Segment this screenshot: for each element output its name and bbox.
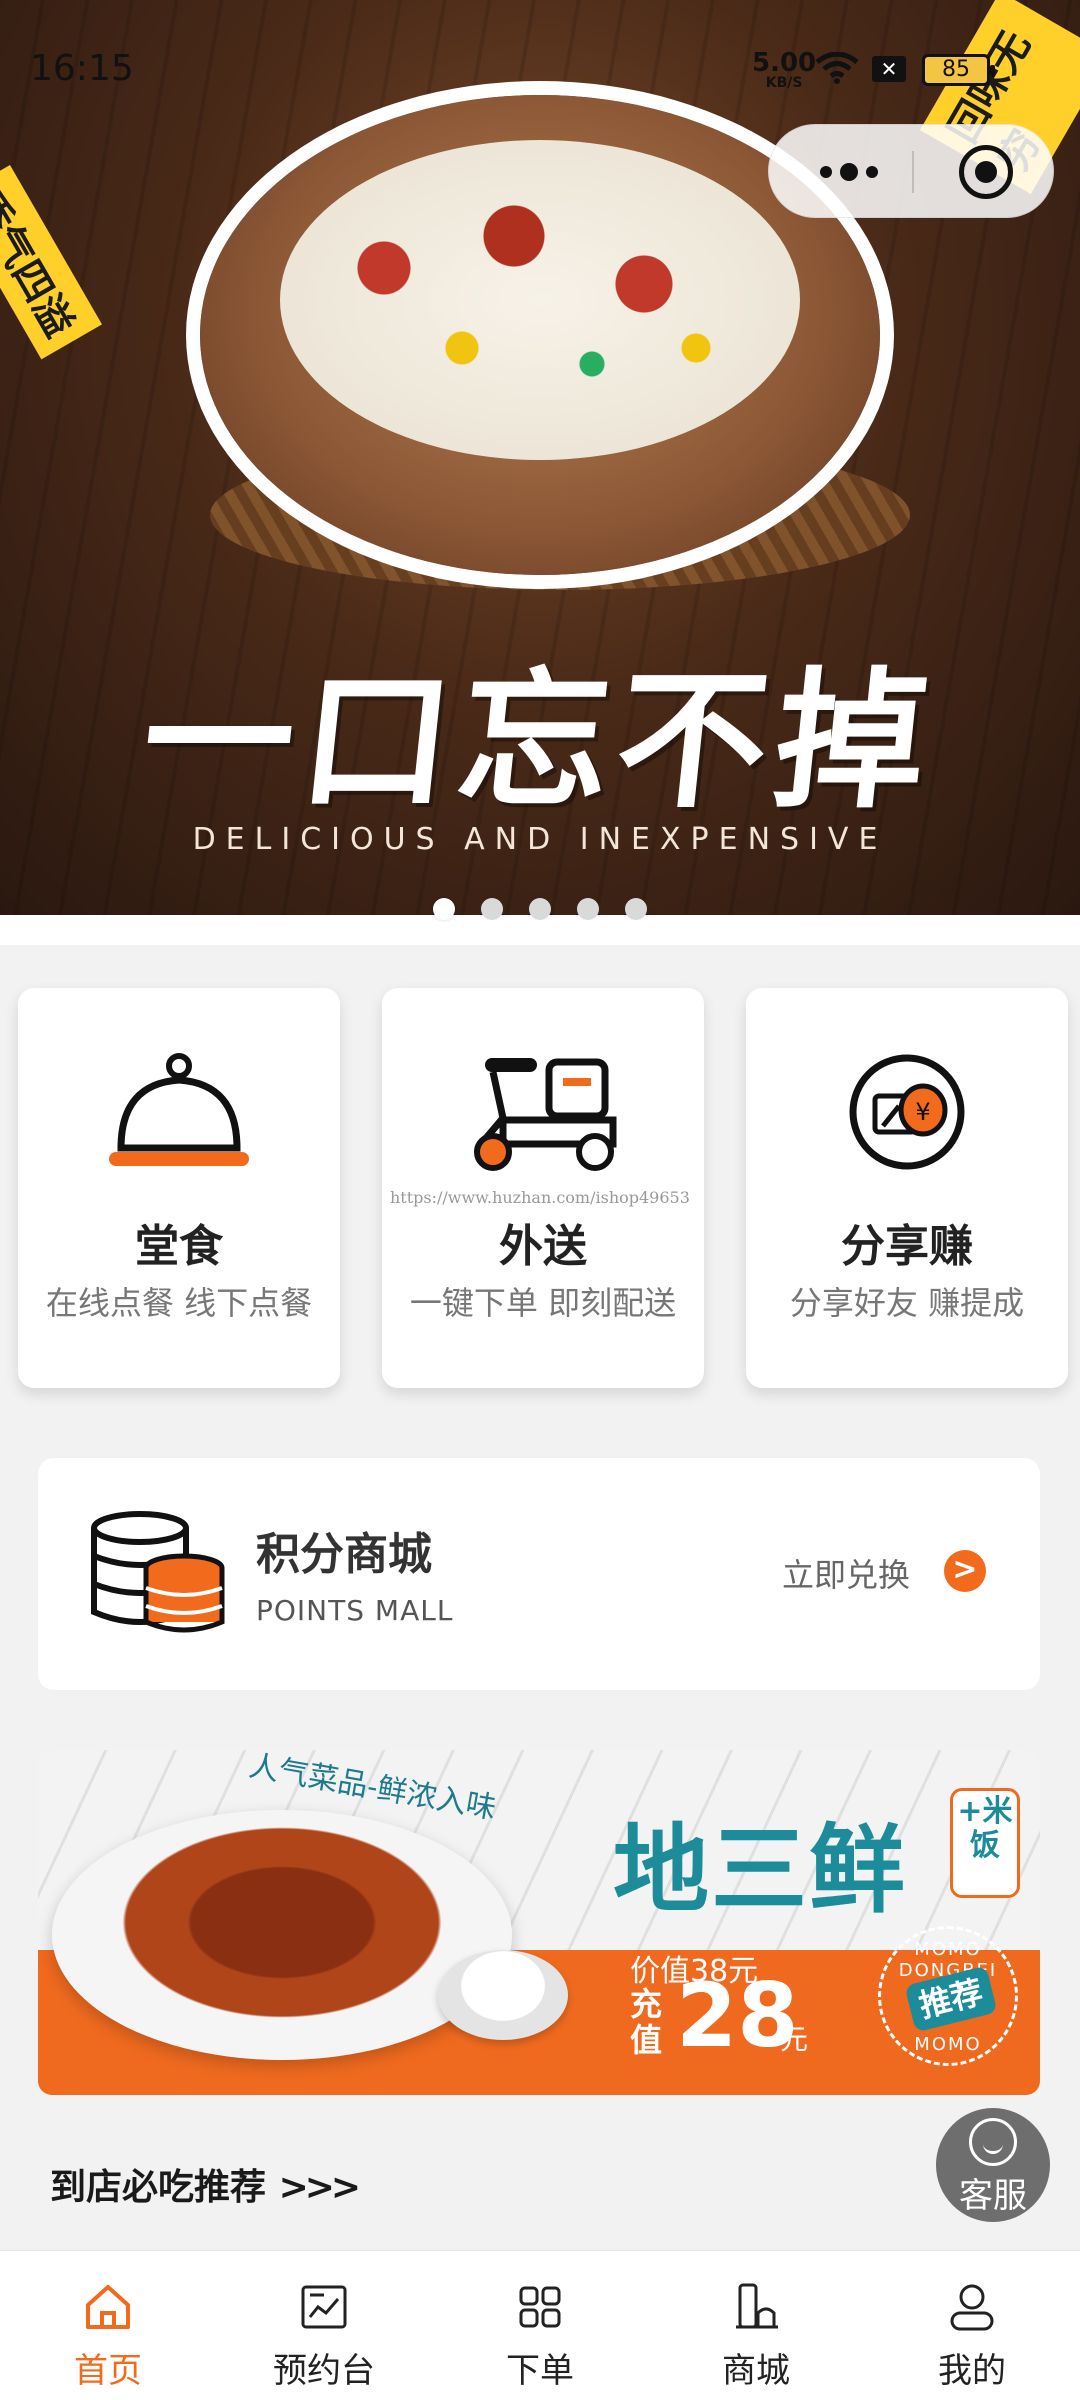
tab-home-label: 首页 (74, 2351, 142, 2391)
hero-tagline: DELICIOUS AND INEXPENSIVE (192, 822, 888, 857)
mini-program-page: 香气四溢 回味无穷 一口忘不掉 DELICIOUS AND INEXPENSIV… (0, 0, 1080, 2400)
home-icon (86, 2285, 130, 2329)
carousel-dot[interactable] (433, 898, 455, 920)
customer-service-button[interactable]: 客服 (936, 2108, 1050, 2222)
dine-in-subtitle: 在线点餐 线下点餐 (45, 1284, 313, 1322)
shop-icon (736, 2283, 778, 2329)
points-mall-title: 积分商城 (256, 1529, 432, 1580)
tab-reservation[interactable]: 预约台 (216, 2251, 432, 2400)
status-time: 16:15 (30, 48, 134, 89)
dine-in-card[interactable]: 堂食 在线点餐 线下点餐 (18, 988, 340, 1388)
miniprogram-capsule (768, 124, 1054, 218)
chevron-right-icon[interactable]: > (944, 1550, 986, 1592)
carousel-dot[interactable] (625, 898, 647, 920)
dish-plate-image (52, 1810, 512, 2060)
share-earn-card[interactable]: ¥ 分享赚 分享好友 赚提成 (746, 988, 1068, 1388)
user-icon (950, 2284, 994, 2331)
tab-shop[interactable]: 商城 (648, 2251, 864, 2400)
rice-bowl-image (438, 1950, 568, 2040)
carousel-dot[interactable] (577, 898, 599, 920)
scooter-icon (474, 1058, 617, 1171)
network-speed-value: 5.00 (752, 48, 817, 78)
section-title-text: 到店必吃推荐 (50, 2167, 267, 2208)
watermark-url: https://www.huzhan.com/ishop49653 (390, 1188, 690, 1207)
must-eat-section-title[interactable]: 到店必吃推荐 >>> (50, 2158, 361, 2210)
sausage-rice-image (280, 140, 800, 460)
promo-addon: +米饭 (950, 1788, 1020, 1898)
wifi-icon (815, 52, 859, 84)
promo-banner[interactable]: 人气菜品-鲜浓入味 地三鲜 +米饭 价值38元 充值 28 元 MOMO DON… (38, 1750, 1040, 2095)
promo-recharge-label: 充值 (630, 1985, 663, 2059)
tab-mine-label: 我的 (938, 2351, 1006, 2391)
tab-mine[interactable]: 我的 (864, 2251, 1080, 2400)
carousel-dots (0, 898, 1080, 928)
carousel-dot[interactable] (529, 898, 551, 920)
status-bar: 16:15 5.00 KB/S ✕ 85 (0, 0, 1080, 120)
tab-home[interactable]: 首页 (0, 2251, 216, 2400)
share-earn-subtitle: 分享好友 赚提成 (789, 1284, 1025, 1322)
tab-reservation-label: 预约台 (273, 2351, 375, 2391)
carousel-dot[interactable] (481, 898, 503, 920)
no-sim-icon: ✕ (872, 56, 906, 82)
battery-icon: 85 (922, 54, 995, 86)
promo-dish-name: 地三鲜 (613, 1814, 907, 1926)
points-mall-card[interactable]: 积分商城 POINTS MALL 立即兑换 > (38, 1458, 1040, 1690)
customer-service-label: 客服 (959, 2176, 1027, 2216)
grid-icon (519, 2286, 561, 2328)
dine-in-title: 堂食 (135, 1221, 223, 1272)
svg-text:¥: ¥ (915, 1098, 930, 1126)
headset-icon (969, 2118, 1017, 2166)
share-money-icon: ¥ (849, 1054, 965, 1170)
redeem-now-link[interactable]: 立即兑换 (782, 1550, 910, 1596)
cloche-icon (109, 1053, 249, 1166)
stamp-bottom-text: MOMO (914, 2034, 982, 2055)
section-title-arrows: >>> (278, 2167, 361, 2208)
more-menu-icon[interactable] (809, 145, 889, 199)
network-speed: 5.00 KB/S (752, 50, 816, 90)
close-miniprogram-icon[interactable] (959, 145, 1013, 199)
share-earn-title: 分享赚 (841, 1221, 973, 1272)
reservation-icon (301, 2285, 347, 2329)
network-speed-unit: KB/S (765, 75, 803, 91)
promo-price-unit: 元 (780, 2023, 809, 2056)
capsule-divider (912, 151, 914, 193)
delivery-title: 外送 (499, 1221, 587, 1272)
bottom-tab-bar: 首页 预约台 下单 商城 我的 (0, 2250, 1080, 2400)
hero-slogan: 一口忘不掉 (134, 653, 943, 829)
tab-order[interactable]: 下单 (432, 2251, 648, 2400)
recommend-stamp: MOMO DONGBEI 推荐 MOMO (878, 1926, 1018, 2066)
delivery-subtitle: 一键下单 即刻配送 (409, 1284, 677, 1322)
coin-stack-icon (91, 1511, 225, 1633)
tab-order-label: 下单 (506, 2351, 574, 2391)
tab-shop-label: 商城 (722, 2351, 790, 2391)
points-mall-subtitle: POINTS MALL (256, 1594, 454, 1627)
